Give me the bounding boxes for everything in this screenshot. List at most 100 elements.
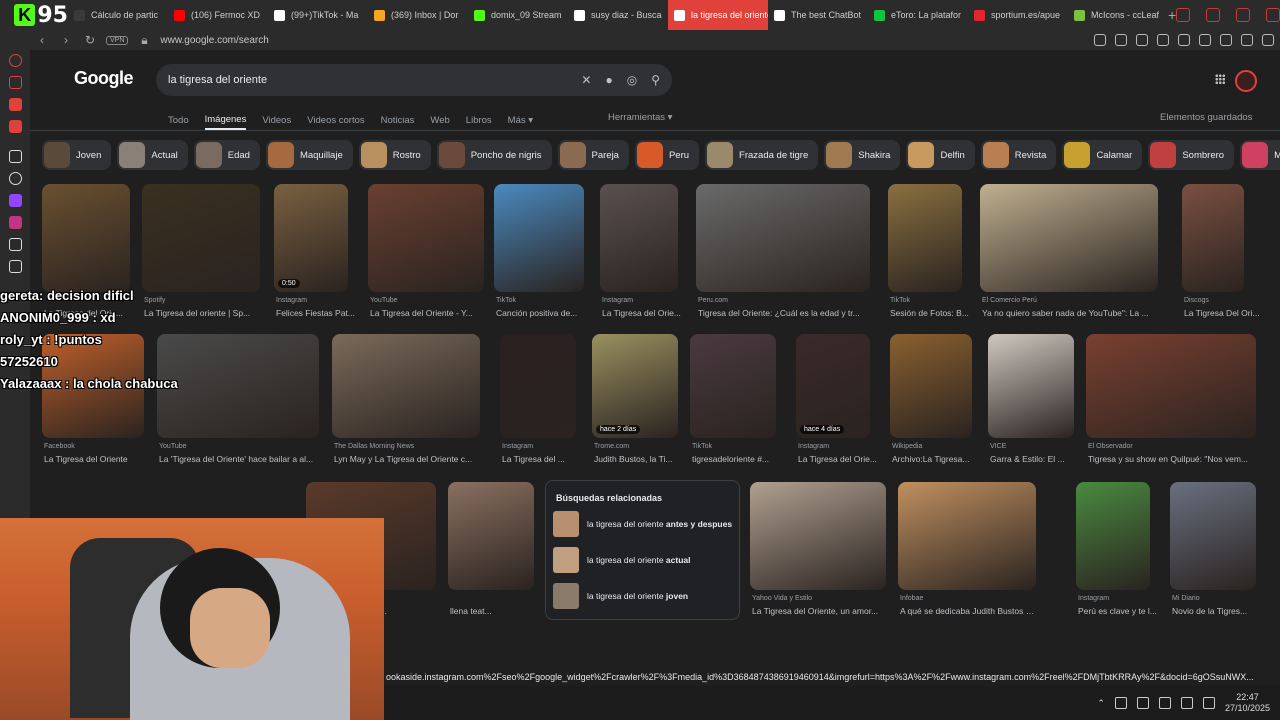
menu-icon[interactable]: [1262, 34, 1274, 46]
refine-chip[interactable]: Delfin: [906, 140, 975, 170]
image-result[interactable]: Peru.com Tigresa del Oriente: ¿Cuál es la…: [696, 184, 870, 324]
image-result[interactable]: TikTok Sesión de Fotos: B...: [888, 184, 969, 324]
search-tab[interactable]: Todo: [168, 110, 189, 130]
result-caption[interactable]: Archivo:La Tigresa...: [892, 454, 982, 464]
refine-chip[interactable]: Shakira: [824, 140, 901, 170]
result-caption[interactable]: La 'Tigresa del Oriente' hace bailar a a…: [159, 454, 321, 464]
refine-chip[interactable]: Peru: [634, 140, 700, 170]
browser-tab[interactable]: (106) Fermoc XD: [168, 0, 268, 30]
new-tab-button[interactable]: +: [1168, 0, 1176, 30]
refine-chip[interactable]: Mexic: [1240, 140, 1280, 170]
search-tab[interactable]: Videos cortos: [307, 110, 364, 130]
result-caption[interactable]: A qué se dedicaba Judith Bustos ante...: [900, 606, 1038, 616]
image-result[interactable]: Wikipedia Archivo:La Tigresa...: [890, 334, 972, 470]
image-result[interactable]: Instagram Perú es clave y te l...: [1076, 482, 1157, 622]
volume-icon[interactable]: [1202, 697, 1215, 709]
refine-chip[interactable]: Poncho de nigris: [436, 140, 552, 170]
search-tab[interactable]: Más ▾: [508, 110, 533, 130]
messenger-icon[interactable]: [9, 98, 22, 111]
google-logo[interactable]: Google: [74, 68, 134, 89]
search-tab[interactable]: Imágenes: [204, 110, 247, 130]
apps-grid-icon[interactable]: [1215, 74, 1225, 84]
image-result[interactable]: TikTok tigresadeloriente #...: [690, 334, 776, 470]
history-icon[interactable]: [9, 54, 22, 67]
result-caption[interactable]: La Tigresa del Oriente, un amor...: [752, 606, 888, 616]
chatgpt-icon[interactable]: [9, 172, 22, 185]
result-thumbnail[interactable]: hace 2 días: [592, 334, 678, 438]
browser-tab[interactable]: la tigresa del oriente - Bu: [668, 0, 768, 30]
result-caption[interactable]: La Tigresa del Oriente - Y...: [370, 308, 486, 318]
search-tab[interactable]: Videos: [262, 110, 291, 130]
image-result[interactable]: hace 2 días Trome.com Judith Bustos, la Ti…: [592, 334, 678, 470]
image-result[interactable]: Instagram La Tigresa del ...: [500, 334, 576, 470]
tiktok-icon[interactable]: [9, 238, 22, 251]
related-search-item[interactable]: la tigresa del oriente actual: [553, 547, 733, 573]
refine-chip[interactable]: Pareja: [557, 140, 629, 170]
result-caption[interactable]: Novio de la Tigres...: [1172, 606, 1262, 616]
related-search-item[interactable]: la tigresa del oriente joven: [553, 583, 733, 609]
result-caption[interactable]: Sesión de Fotos: B...: [890, 308, 980, 318]
browser-tab[interactable]: Cálculo de partic: [68, 0, 168, 30]
browser-tab[interactable]: The best ChatBot: [768, 0, 868, 30]
image-result[interactable]: The Dallas Morning News Lyn May y La Tigr…: [332, 334, 480, 470]
home-icon[interactable]: [9, 76, 22, 89]
result-thumbnail[interactable]: [1076, 482, 1150, 590]
heart-icon[interactable]: [1178, 34, 1190, 46]
result-caption[interactable]: Judith Bustos, la Ti...: [594, 454, 684, 464]
search-tabs-icon[interactable]: [1176, 8, 1191, 22]
tools-button[interactable]: Herramientas ▾: [608, 112, 672, 123]
aria-icon[interactable]: [9, 150, 22, 163]
music-icon[interactable]: [9, 120, 22, 133]
result-thumbnail[interactable]: [494, 184, 584, 292]
image-result[interactable]: El Comercio Perú Ya no quiero saber nada …: [980, 184, 1158, 324]
browser-tab[interactable]: domix_09 Stream: [468, 0, 568, 30]
refine-chip[interactable]: Revista: [980, 140, 1057, 170]
lens-icon[interactable]: ◎: [627, 73, 637, 87]
maximize-icon[interactable]: [1236, 8, 1251, 22]
refine-chip[interactable]: Rostro: [358, 140, 431, 170]
translate-icon[interactable]: [1136, 34, 1148, 46]
download-icon[interactable]: [1241, 34, 1253, 46]
search-box[interactable]: la tigresa del oriente ✕ ● ◎ ⚲: [156, 64, 672, 96]
tray-expand-icon[interactable]: ⌃: [1097, 698, 1105, 709]
refine-chip[interactable]: Joven: [42, 140, 112, 170]
instagram-icon[interactable]: [9, 216, 22, 229]
display-icon[interactable]: [1158, 697, 1171, 709]
result-thumbnail[interactable]: [500, 334, 576, 438]
result-caption[interactable]: Ya no quiero saber nada de YouTube": La …: [982, 308, 1160, 318]
network-icon[interactable]: [1114, 697, 1127, 709]
result-caption[interactable]: Canción positiva de...: [496, 308, 586, 318]
microphone-icon[interactable]: ●: [605, 73, 612, 87]
result-thumbnail[interactable]: [888, 184, 962, 292]
twitch-icon[interactable]: [9, 194, 22, 207]
back-icon[interactable]: ‹: [34, 32, 50, 48]
image-result[interactable]: Mi Diario Novio de la Tigres...: [1170, 482, 1256, 622]
refine-chip[interactable]: Sombrero: [1148, 140, 1235, 170]
clock[interactable]: 22:47 27/10/2025: [1225, 692, 1270, 714]
browser-tab[interactable]: susy diaz - Busca: [568, 0, 668, 30]
result-thumbnail[interactable]: [1086, 334, 1256, 438]
snapshot-icon[interactable]: [1115, 34, 1127, 46]
image-result[interactable]: Infobae A qué se dedicaba Judith Bustos a…: [898, 482, 1038, 622]
url-field[interactable]: www.google.com/search: [160, 35, 268, 46]
search-tab[interactable]: Libros: [466, 110, 492, 130]
zoom-icon[interactable]: [1094, 34, 1106, 46]
refine-chip[interactable]: Actual: [117, 140, 188, 170]
search-tab[interactable]: Noticias: [381, 110, 415, 130]
browser-tab[interactable]: (99+)TikTok - Ma: [268, 0, 368, 30]
result-caption[interactable]: Felices Fiestas Pat...: [276, 308, 366, 318]
search-icon[interactable]: ⚲: [651, 73, 660, 87]
result-thumbnail[interactable]: [980, 184, 1158, 292]
refine-chip[interactable]: Maquillaje: [265, 140, 353, 170]
avatar[interactable]: [1235, 70, 1257, 92]
related-search-item[interactable]: la tigresa del oriente antes y despues: [553, 511, 733, 537]
image-result[interactable]: El Observador Tigresa y su show en Quilpu…: [1086, 334, 1256, 470]
extensions-icon[interactable]: [1199, 34, 1211, 46]
wifi-icon[interactable]: [1180, 697, 1193, 709]
search-input[interactable]: la tigresa del oriente: [168, 74, 267, 86]
result-caption[interactable]: Garra & Estilo: El ...: [990, 454, 1080, 464]
result-caption[interactable]: La Tigresa del ...: [502, 454, 592, 464]
result-caption[interactable]: Lyn May y La Tigresa del Oriente c...: [334, 454, 482, 464]
flow-icon[interactable]: [1220, 34, 1232, 46]
image-result[interactable]: hace 4 días Instagram La Tigresa del Orie.…: [796, 334, 877, 470]
